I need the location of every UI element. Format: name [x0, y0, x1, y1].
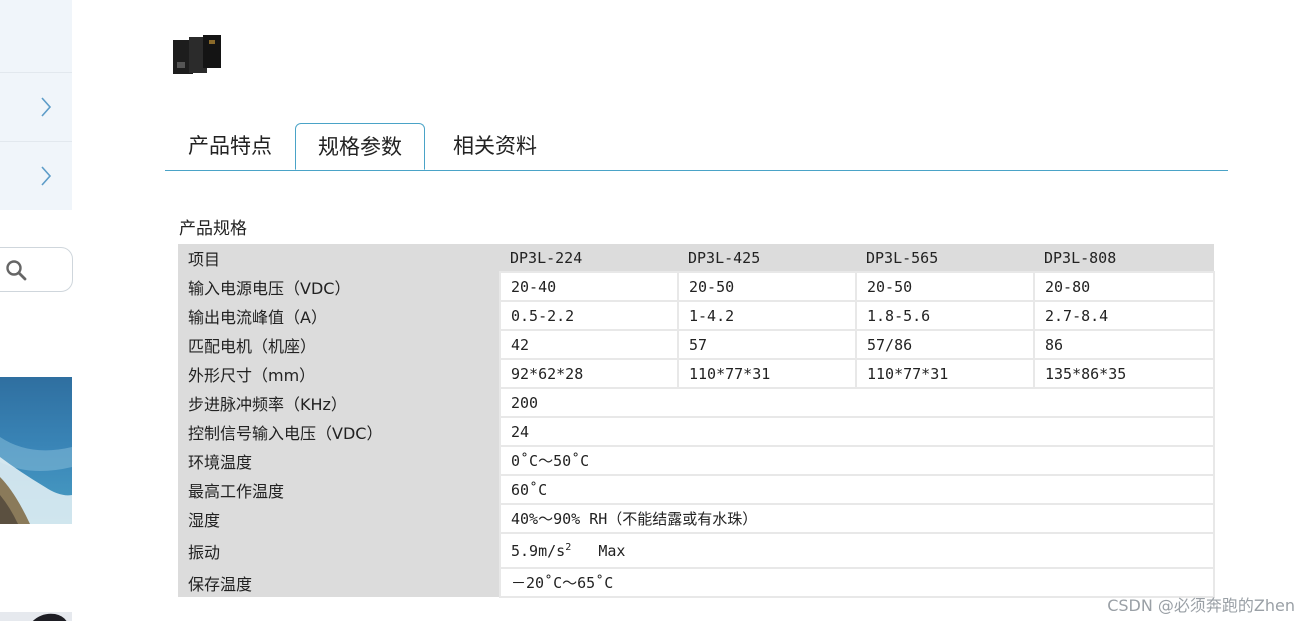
coast-image-graphic — [0, 377, 72, 524]
person-image[interactable] — [0, 609, 72, 621]
row-label: 环境温度 — [178, 446, 500, 475]
product-image — [173, 35, 221, 74]
table-cell: 60˚C — [499, 474, 1215, 505]
row-label: 湿度 — [178, 504, 500, 533]
table-cell: 1-4.2 — [677, 300, 857, 331]
tab-features[interactable]: 产品特点 — [165, 123, 295, 169]
header-cell: DP3L-224 — [500, 244, 678, 272]
table-cell: 110*77*31 — [677, 358, 857, 389]
table-cell: 0.5-2.2 — [499, 300, 679, 331]
vibration-exponent: 2 — [565, 541, 572, 553]
header-cell: DP3L-808 — [1034, 244, 1214, 272]
watermark: CSDN @必须奔跑的Zhen — [1107, 596, 1295, 615]
table-cell: 135*86*35 — [1033, 358, 1215, 389]
chevron-right-icon — [41, 166, 52, 186]
product-thumbnail — [171, 34, 223, 76]
search-icon — [6, 260, 27, 281]
coast-image[interactable] — [0, 377, 72, 524]
table-row: 步进脉冲频率（KHz） 200 — [178, 387, 1215, 418]
row-label: 振动 — [178, 533, 500, 568]
table-cell: 5.9m/s2 Max — [499, 532, 1215, 569]
sidebar-top-block — [0, 0, 72, 72]
table-cell: 86 — [1033, 329, 1215, 360]
table-row: 输出电流峰值（A） 0.5-2.2 1-4.2 1.8-5.6 2.7-8.4 — [178, 300, 1215, 331]
row-label: 外形尺寸（mm） — [178, 359, 500, 388]
table-header-row: 项目 DP3L-224 DP3L-425 DP3L-565 DP3L-808 — [178, 244, 1214, 272]
table-row: 控制信号输入电压（VDC） 24 — [178, 416, 1215, 447]
section-title: 产品规格 — [179, 219, 247, 239]
table-row: 外形尺寸（mm） 92*62*28 110*77*31 110*77*31 13… — [178, 358, 1215, 389]
table-cell: 42 — [499, 329, 679, 360]
table-cell: 24 — [499, 416, 1215, 447]
table-cell: 20-80 — [1033, 271, 1215, 302]
row-label: 输入电源电压（VDC） — [178, 272, 500, 301]
table-row: 环境温度 0˚C～50˚C — [178, 445, 1215, 476]
table-cell: 40%～90% RH（不能结露或有水珠） — [499, 503, 1215, 534]
table-cell: 20-50 — [855, 271, 1035, 302]
row-label: 输出电流峰值（A） — [178, 301, 500, 330]
table-row: 振动 5.9m/s2 Max — [178, 532, 1215, 569]
table-row: 保存温度 －20˚C～65˚C — [178, 567, 1215, 598]
sidebar-item[interactable] — [0, 141, 72, 210]
sidebar-nav — [0, 72, 72, 210]
table-cell: 57/86 — [855, 329, 1035, 360]
table-cell: 20-40 — [499, 271, 679, 302]
row-label: 最高工作温度 — [178, 475, 500, 504]
row-label: 步进脉冲频率（KHz） — [178, 388, 500, 417]
sidebar-item[interactable] — [0, 72, 72, 141]
table-cell: 92*62*28 — [499, 358, 679, 389]
row-label: 保存温度 — [178, 568, 500, 597]
tab-bar: 产品特点 规格参数 相关资料 — [165, 123, 1228, 171]
table-cell: 0˚C～50˚C — [499, 445, 1215, 476]
table-cell: 200 — [499, 387, 1215, 418]
spec-table: 项目 DP3L-224 DP3L-425 DP3L-565 DP3L-808 输… — [178, 244, 1215, 598]
table-cell: 1.8-5.6 — [855, 300, 1035, 331]
table-cell: 110*77*31 — [855, 358, 1035, 389]
header-cell: DP3L-425 — [678, 244, 856, 272]
table-cell: 20-50 — [677, 271, 857, 302]
chevron-right-icon — [41, 97, 52, 117]
tab-documents[interactable]: 相关资料 — [430, 123, 560, 169]
table-row: 最高工作温度 60˚C — [178, 474, 1215, 505]
search-button[interactable] — [0, 247, 73, 292]
row-label: 匹配电机（机座） — [178, 330, 500, 359]
tab-specifications[interactable]: 规格参数 — [295, 123, 425, 170]
table-row: 匹配电机（机座） 42 57 57/86 86 — [178, 329, 1215, 360]
vibration-max: Max — [598, 541, 626, 560]
table-cell: 57 — [677, 329, 857, 360]
table-cell: 2.7-8.4 — [1033, 300, 1215, 331]
row-label: 控制信号输入电压（VDC） — [178, 417, 500, 446]
vibration-value: 5.9m/s — [511, 541, 566, 560]
table-row: 湿度 40%～90% RH（不能结露或有水珠） — [178, 503, 1215, 534]
table-row: 输入电源电压（VDC） 20-40 20-50 20-50 20-80 — [178, 271, 1215, 302]
header-cell: 项目 — [178, 244, 500, 272]
header-cell: DP3L-565 — [856, 244, 1034, 272]
person-image-graphic — [0, 612, 72, 621]
